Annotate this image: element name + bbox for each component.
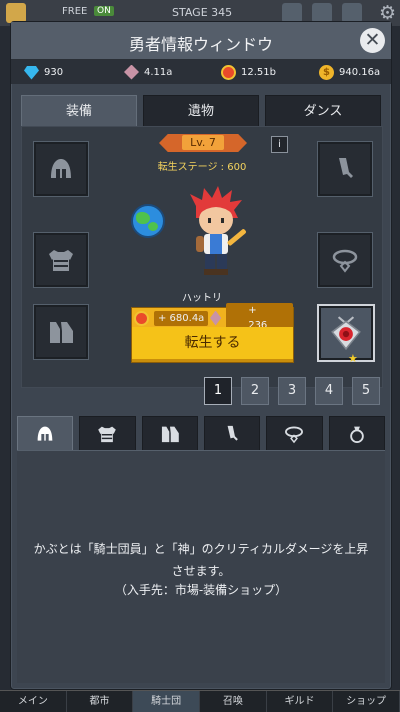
gold-coin-icon: $ [319,64,334,80]
mail-icon [342,3,362,23]
bottom-navigation: メイン 都市 騎士団 召喚 ギルド ショップ [0,690,400,712]
currency-value: 4.11a [144,66,173,78]
description-panel: かぶとは「騎士団員」と「神」のクリティカルダメージを上昇 させます。 （入手先：… [17,450,385,683]
page-button-5[interactable]: 5 [352,377,380,405]
armor-icon [98,426,117,443]
stage-label: STAGE 345 [172,6,233,19]
currency-value: 930 [44,66,64,78]
page-button-1[interactable]: 1 [204,377,232,405]
boots-icon [161,426,179,443]
category-tab-helmet[interactable] [17,416,74,452]
category-tab-necklace[interactable] [266,416,323,452]
nav-main[interactable]: メイン [0,691,67,712]
nav-shop[interactable]: ショップ [333,691,400,712]
necklace-icon [285,426,304,444]
star-icon: ★ [348,352,358,365]
crystal-icon [124,64,139,80]
rose-pendant-icon [331,316,361,351]
boots-icon [50,322,73,343]
level-label: Lv. 7 [182,135,224,150]
helmet-icon [37,426,53,441]
currency-crystal: 4.11a [124,64,172,80]
description-source: （入手先：市場-装備ショップ） [114,583,288,597]
slot-necklace[interactable] [317,232,373,288]
ring-icon [350,426,364,443]
description-text: かぶとは「騎士団員」と「神」のクリティカルダメージを上昇 [33,542,369,556]
sword-icon [227,425,239,441]
rebirth-box: + 680.4a + 236 転生する [131,303,294,363]
crystal-icon [210,310,222,326]
slot-accessory-equipped[interactable] [317,304,375,362]
tab-equipment[interactable]: 装備 [21,95,137,128]
rebirth-stage: 転生ステージ : 600 [157,162,247,173]
nav-guild[interactable]: ギルド [267,691,334,712]
menu-icon [282,3,302,23]
window-header: 勇者情報ウィンドウ ✕ [11,22,391,60]
tab-relics[interactable]: 遺物 [143,95,259,128]
reward-crystal: + 236 [210,303,294,333]
currency-diamond: 930 [24,64,63,80]
on-badge: ON [94,6,114,16]
armor-icon [49,250,73,271]
equipment-category-tabs [17,416,385,452]
medal-icon [221,64,236,80]
necklace-icon [332,249,358,273]
slot-armor[interactable] [33,232,89,288]
page-button-3[interactable]: 3 [278,377,306,405]
category-tab-ring[interactable] [328,416,385,452]
category-tab-sword[interactable] [203,416,261,452]
nav-knights[interactable]: 騎士団 [133,691,201,712]
currency-value: 12.51b [241,66,276,78]
hero-info-window: 勇者情報ウィンドウ ✕ 930 4.11a 12.51b $ 940.16a 装… [10,21,392,690]
info-tabs: 装備 遺物 ダンス [21,95,381,128]
category-tab-boots[interactable] [141,416,198,452]
nav-summon[interactable]: 召喚 [200,691,267,712]
free-label: FREE [62,6,88,17]
hero-character [190,186,246,275]
close-button[interactable]: ✕ [360,28,385,53]
tab-dance[interactable]: ダンス [265,95,381,128]
currency-bar: 930 4.11a 12.51b $ 940.16a [11,60,391,84]
reward-medal-amount: + 680.4a [154,310,209,326]
description-text: させます。 [171,564,231,578]
medal-icon [134,310,149,326]
rebirth-button[interactable]: 転生する [131,327,294,363]
window-title: 勇者情報ウィンドウ [128,35,273,54]
nav-city[interactable]: 都市 [67,691,134,712]
category-tab-armor[interactable] [79,416,136,452]
rebirth-rewards: + 680.4a + 236 [131,303,294,333]
globe-icon[interactable] [131,204,165,238]
slot-boots[interactable] [33,304,89,360]
page-button-4[interactable]: 4 [315,377,343,405]
page-button-2[interactable]: 2 [241,377,269,405]
diamond-icon [24,66,39,80]
level-ribbon: Lv. 7 [159,134,247,152]
hero-name: ハットリ [182,293,222,304]
reward-medal: + 680.4a [134,310,209,326]
currency-gold: $ 940.16a [319,64,380,80]
loadout-pager: 1 2 3 4 5 [204,377,380,405]
currency-medal: 12.51b [221,64,276,80]
info-button[interactable]: i [271,136,288,153]
currency-value: 940.16a [339,66,381,78]
gift-icon [312,3,332,23]
avatar [6,3,26,23]
equipment-panel: ★ Lv. 7 i 転生ステージ : 600 ハットリ + 680.4a + 2… [21,126,383,388]
close-icon: ✕ [364,29,381,51]
